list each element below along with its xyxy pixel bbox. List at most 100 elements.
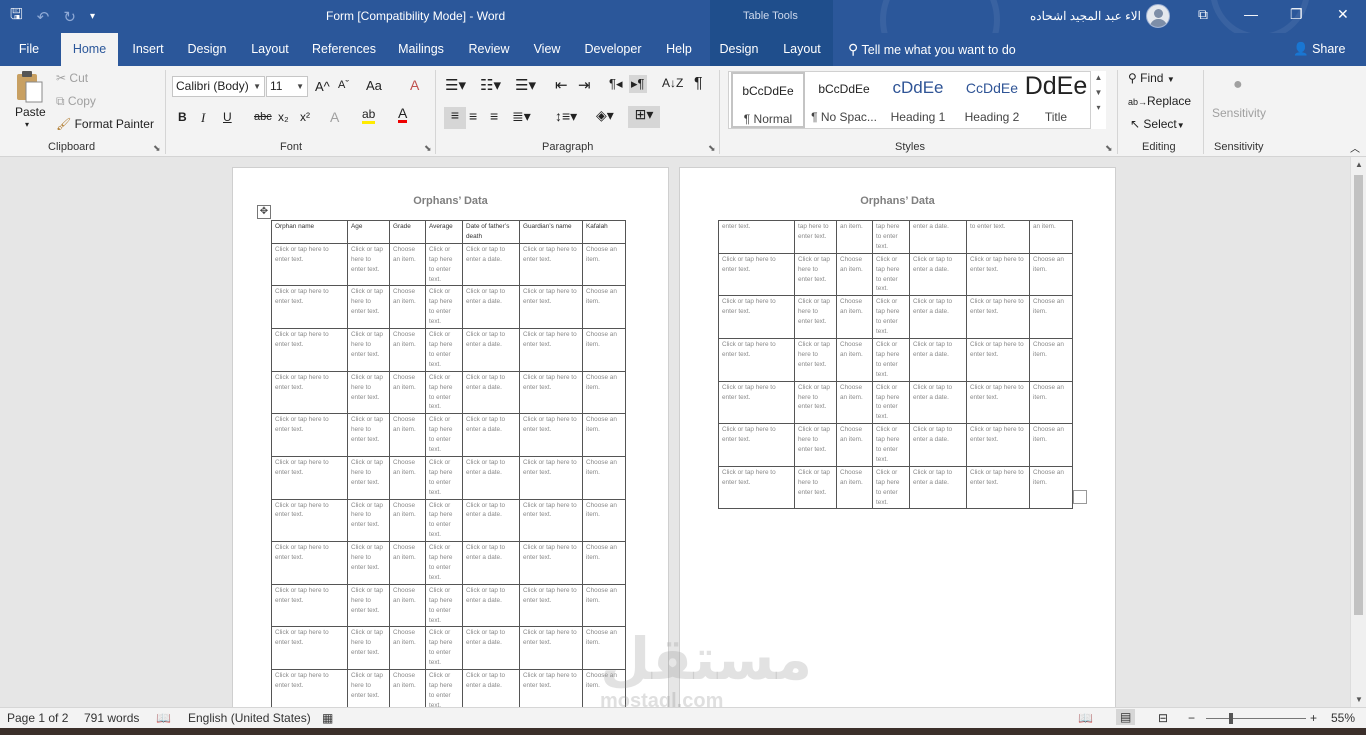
find-button[interactable]: ⚲ Find ▼: [1128, 71, 1175, 85]
grow-font-icon[interactable]: A^: [315, 79, 330, 94]
table-cell[interactable]: Click or tap to enter a date.: [462, 583, 520, 628]
table-cell[interactable]: Click or tap here to enter text.: [425, 626, 463, 671]
table-resize-handle[interactable]: [1073, 490, 1087, 504]
table-cell[interactable]: Click or tap here to enter text.: [519, 285, 583, 330]
table-cell[interactable]: Click or tap to enter a date.: [462, 541, 520, 585]
header-cell[interactable]: Date of father’s death: [462, 220, 520, 244]
ribbon-display-options-icon[interactable]: ⧉: [1198, 6, 1208, 23]
table-cell[interactable]: Click or tap here to enter text.: [519, 455, 583, 500]
align-left-icon[interactable]: ≡: [444, 107, 466, 129]
change-case-icon[interactable]: Aa: [366, 78, 382, 93]
language-indicator[interactable]: English (United States): [188, 711, 311, 725]
table-cell[interactable]: Click or tap here to enter text.: [966, 295, 1030, 339]
table-cell[interactable]: Choose an item.: [389, 370, 426, 415]
table-cell[interactable]: Click or tap here to enter text.: [519, 626, 583, 671]
table-cell[interactable]: Choose an item.: [389, 498, 426, 543]
shading-icon[interactable]: ◈▾: [596, 107, 614, 124]
table-cell[interactable]: Choose an item.: [1029, 295, 1073, 339]
table-cell[interactable]: Click or tap to enter a date.: [462, 328, 520, 372]
table-cell[interactable]: tap here to enter text.: [794, 220, 837, 254]
table-cell[interactable]: Choose an item.: [582, 370, 626, 415]
table-cell[interactable]: Choose an item.: [389, 285, 426, 330]
table-cell[interactable]: Choose an item.: [389, 413, 426, 457]
zoom-slider-thumb[interactable]: [1229, 713, 1233, 724]
table-cell[interactable]: Click or tap here to enter text.: [794, 337, 837, 382]
header-cell[interactable]: Guardian’s name: [519, 220, 583, 244]
table-cell[interactable]: Click or tap to enter a date.: [462, 370, 520, 415]
ltr-direction-icon[interactable]: ¶◂: [609, 76, 623, 92]
format-painter-button[interactable]: 🖌 Format Painter: [56, 117, 154, 131]
table-cell[interactable]: Click or tap here to enter text.: [271, 370, 348, 415]
increase-indent-icon[interactable]: ⇥: [578, 76, 591, 94]
table-cell[interactable]: Click or tap to enter a date.: [909, 337, 967, 382]
table-cell[interactable]: Click or tap here to enter text.: [519, 498, 583, 543]
table-cell[interactable]: Click or tap here to enter text.: [425, 498, 463, 543]
close-button[interactable]: ✕: [1337, 6, 1349, 23]
paragraph-dialog-launcher-icon[interactable]: ⬊: [708, 143, 716, 154]
font-dialog-launcher-icon[interactable]: ⬊: [424, 143, 432, 154]
vertical-scrollbar[interactable]: ▲ ▼: [1350, 157, 1366, 707]
select-button[interactable]: ↖ Select▼: [1130, 117, 1185, 131]
table-cell[interactable]: Click or tap here to enter text.: [347, 583, 390, 628]
table-cell[interactable]: Choose an item.: [1029, 465, 1073, 510]
table-cell[interactable]: Click or tap here to enter text.: [271, 328, 348, 372]
underline-button[interactable]: U: [223, 110, 232, 124]
table-cell[interactable]: Click or tap here to enter text.: [347, 370, 390, 415]
sort-icon[interactable]: A↓Z: [662, 76, 683, 90]
zoom-out-button[interactable]: −: [1188, 711, 1195, 725]
scroll-thumb[interactable]: [1354, 175, 1363, 615]
cut-button[interactable]: ✂ Cut: [56, 71, 88, 85]
copy-button[interactable]: ⧉ Copy: [56, 94, 96, 109]
show-formatting-icon[interactable]: ¶: [694, 75, 703, 93]
table-cell[interactable]: Click or tap here to enter text.: [794, 423, 837, 467]
table-cell[interactable]: Click or tap here to enter text.: [425, 328, 463, 372]
table-cell[interactable]: Click or tap here to enter text.: [872, 295, 910, 339]
table-cell[interactable]: Click or tap here to enter text.: [425, 370, 463, 415]
restore-button[interactable]: ❐: [1290, 6, 1303, 23]
table-cell[interactable]: Click or tap here to enter text.: [794, 380, 837, 425]
zoom-level[interactable]: 55%: [1331, 711, 1355, 725]
bold-button[interactable]: B: [178, 110, 187, 124]
table-cell[interactable]: Click or tap here to enter text.: [347, 413, 390, 457]
table-cell[interactable]: Choose an item.: [582, 498, 626, 543]
avatar[interactable]: [1146, 4, 1170, 28]
table-cell[interactable]: Click or tap here to enter text.: [519, 583, 583, 628]
table-cell[interactable]: enter a date.: [909, 220, 967, 254]
table-cell[interactable]: Click or tap here to enter text.: [347, 541, 390, 585]
table-cell[interactable]: Choose an item.: [1029, 423, 1073, 467]
table-cell[interactable]: Click or tap here to enter text.: [347, 285, 390, 330]
table-cell[interactable]: Click or tap here to enter text.: [966, 423, 1030, 467]
header-cell[interactable]: Average: [425, 220, 463, 244]
table-cell[interactable]: to enter text.: [966, 220, 1030, 254]
table-cell[interactable]: Click or tap here to enter text.: [347, 498, 390, 543]
minimize-button[interactable]: —: [1244, 6, 1258, 22]
table-cell[interactable]: Choose an item.: [389, 541, 426, 585]
header-cell[interactable]: Orphan name: [271, 220, 348, 244]
zoom-in-button[interactable]: +: [1310, 711, 1317, 725]
more-styles-icon[interactable]: ▾: [1091, 103, 1106, 112]
table-cell[interactable]: Click or tap to enter a date.: [462, 285, 520, 330]
page-indicator[interactable]: Page 1 of 2: [7, 711, 68, 725]
tab-developer[interactable]: Developer: [580, 33, 646, 66]
table-cell[interactable]: Click or tap to enter a date.: [909, 423, 967, 467]
text-effects-icon[interactable]: A: [330, 109, 339, 125]
table-cell[interactable]: Click or tap here to enter text.: [347, 455, 390, 500]
scroll-up-icon[interactable]: ▲: [1351, 160, 1366, 169]
read-mode-icon[interactable]: 📖: [1078, 711, 1093, 725]
save-icon[interactable]: 🖫: [10, 4, 23, 29]
table-cell[interactable]: Click or tap here to enter text.: [347, 242, 390, 287]
table-cell[interactable]: Click or tap here to enter text.: [718, 465, 795, 510]
table-cell[interactable]: Click or tap to enter a date.: [462, 242, 520, 287]
table-cell[interactable]: tap here to enter text.: [872, 220, 910, 254]
table-cell[interactable]: Choose an item.: [389, 328, 426, 372]
table-cell[interactable]: Click or tap here to enter text.: [718, 380, 795, 425]
decrease-indent-icon[interactable]: ⇤: [555, 76, 568, 94]
table-cell[interactable]: Click or tap here to enter text.: [519, 669, 583, 707]
header-cell[interactable]: Kafalah: [582, 220, 626, 244]
chevron-up-icon[interactable]: ▲: [1091, 73, 1106, 82]
scroll-down-icon[interactable]: ▼: [1351, 695, 1366, 704]
proofing-icon[interactable]: 📖: [156, 711, 171, 725]
table-cell[interactable]: Click or tap here to enter text.: [718, 295, 795, 339]
table-cell[interactable]: Click or tap here to enter text.: [794, 252, 837, 297]
table-cell[interactable]: Choose an item.: [1029, 380, 1073, 425]
